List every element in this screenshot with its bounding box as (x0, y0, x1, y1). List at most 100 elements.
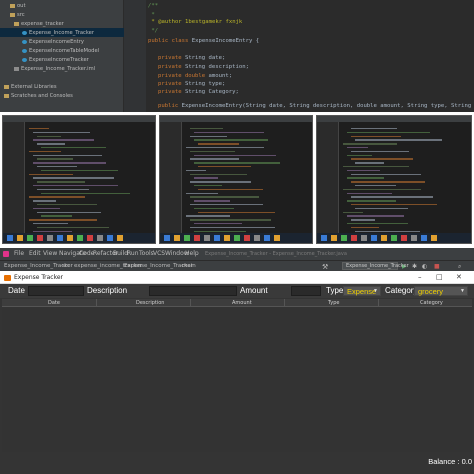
column-type[interactable]: Type (328, 300, 339, 306)
thumbnail-code-line (351, 158, 413, 160)
taskbar-icon (184, 235, 190, 241)
folder-icon (4, 93, 9, 98)
close-icon[interactable]: ✕ (456, 273, 462, 281)
thumbnail-code-line (343, 166, 409, 168)
thumbnail-code-line (190, 196, 259, 198)
hammer-icon[interactable]: ⚒ (322, 263, 328, 271)
tree-item[interactable]: src (0, 10, 124, 19)
thumbnail-code-line (198, 166, 251, 168)
taskbar-icon (331, 235, 337, 241)
taskbar-icon (77, 235, 83, 241)
code-line: public class ExpenseIncomeEntry { (148, 38, 260, 44)
category-select-value: grocery (418, 287, 444, 296)
thumbnail-code-line (198, 211, 275, 213)
thumbnail-code-line (343, 143, 397, 145)
thumbnail-code-line (347, 131, 430, 134)
thumbnail-code-line (351, 181, 425, 183)
date-input[interactable] (28, 286, 84, 296)
taskbar-icon (254, 235, 260, 241)
code-editor[interactable]: /** * * @author 1bestgamekr fxnjk */ publ… (146, 0, 474, 112)
thumbnail-code-line (190, 158, 239, 160)
search-icon[interactable]: ⌕ (458, 263, 461, 271)
column-amount[interactable]: Amount (232, 300, 252, 306)
thumbnail-code-line (41, 192, 130, 194)
expense-table-body[interactable] (2, 307, 472, 452)
tree-item[interactable]: ExpenseIncomeEntry (0, 37, 124, 46)
code-line: private String Category; (158, 89, 239, 95)
tree-item[interactable]: Expense_Income_Tracker.iml (0, 64, 124, 73)
thumbnail-code-line (37, 135, 61, 137)
category-select[interactable]: grocery ▼ (414, 286, 468, 296)
menu-help[interactable]: Help (185, 250, 199, 257)
thumbnail-code-line (41, 169, 118, 172)
project-tree: out src expense_tracker Expense_Income_Trac… (0, 0, 124, 112)
taskbar-icon (341, 235, 347, 241)
description-label: Description (87, 286, 128, 295)
tree-item[interactable]: out (0, 1, 124, 10)
code-line: * @author 1bestgamekr fxnjk (148, 19, 243, 25)
thumbnail-code-line (186, 147, 264, 149)
stop-icon[interactable]: ■ (434, 263, 440, 270)
thumbnail-code-line (194, 200, 230, 202)
thumbnail-code-line (347, 200, 396, 202)
taskbar-icon (321, 235, 327, 241)
coverage-icon[interactable]: ◐ (422, 263, 427, 270)
taskbar-icon (411, 235, 417, 241)
type-select[interactable]: Expense ▼ (343, 286, 381, 296)
description-input[interactable] (149, 286, 237, 296)
maximize-icon[interactable]: □ (436, 273, 443, 281)
menu-file[interactable]: File (14, 250, 24, 257)
tree-item[interactable]: Expense_Income_Tracker (0, 28, 124, 37)
taskbar-icon (37, 235, 43, 241)
tree-item[interactable]: expense_tracker (0, 19, 124, 28)
taskbar-icon (264, 235, 270, 241)
tree-item-label: Scratches and Consoles (11, 92, 73, 99)
ide-menu-bar: File Edit View Navigate Code Refactor Bu… (0, 248, 474, 260)
minimize-icon[interactable]: – (418, 273, 422, 281)
thumbnail-code-line (190, 128, 223, 130)
thumbnail-code-line (33, 207, 60, 210)
tree-item[interactable]: ExpenseIncomeTableModel (0, 46, 124, 55)
column-description[interactable]: Description (136, 300, 164, 306)
thumbnail-code-line (355, 139, 442, 141)
taskbar-icon (391, 235, 397, 241)
amount-label: Amount (240, 286, 268, 295)
taskbar-icon (214, 235, 220, 241)
breadcrumb-src[interactable]: src (62, 263, 70, 269)
debug-icon[interactable]: ✱ (412, 263, 417, 270)
thumbnail-code-line (29, 196, 85, 198)
tree-item[interactable]: Scratches and Consoles (0, 91, 124, 100)
tree-item-label: ExpenseIncomeTracker (29, 56, 89, 63)
amount-input[interactable] (291, 286, 321, 296)
taskbar-icon (107, 235, 113, 241)
thumbnail-code-line (351, 150, 409, 153)
run-configuration-select[interactable]: Expense_Income_Tracker (342, 262, 409, 270)
thumbnail-code-line (347, 177, 384, 179)
code-line: /** (148, 3, 159, 9)
thumbnail-code-line (347, 192, 392, 194)
thumbnail-code-line (33, 223, 68, 225)
thumbnail-code-line (29, 128, 49, 130)
thumbnail-code-line (355, 185, 396, 187)
column-category[interactable]: Category (420, 300, 443, 306)
java-icon (4, 275, 11, 281)
thumbnail-code-line (37, 158, 73, 160)
tree-item-label: out (17, 2, 26, 9)
column-date[interactable]: Date (48, 300, 60, 306)
thumbnail-code-line (33, 139, 94, 141)
menu-tools[interactable]: Tools (139, 250, 154, 257)
breadcrumb-method[interactable]: main (182, 263, 196, 269)
menu-build[interactable]: Build (113, 250, 128, 257)
thumbnail-code-line (355, 162, 384, 164)
menu-vcs[interactable]: VCS (153, 250, 165, 257)
tree-item[interactable]: ExpenseIncomeTracker (0, 55, 124, 64)
tree-item[interactable]: External Libraries (0, 82, 124, 91)
menu-edit[interactable]: Edit (29, 250, 41, 257)
thumbnail-code-line (186, 215, 230, 217)
taskbar-icon (57, 235, 63, 241)
menu-run[interactable]: Run (127, 250, 139, 257)
thumbnail-code-line (351, 173, 421, 175)
ide-window-title: Expense_Income_Tracker - Expense_Income_… (205, 251, 347, 257)
menu-view[interactable]: View (43, 250, 57, 257)
thumbnail-code-line (351, 196, 433, 198)
